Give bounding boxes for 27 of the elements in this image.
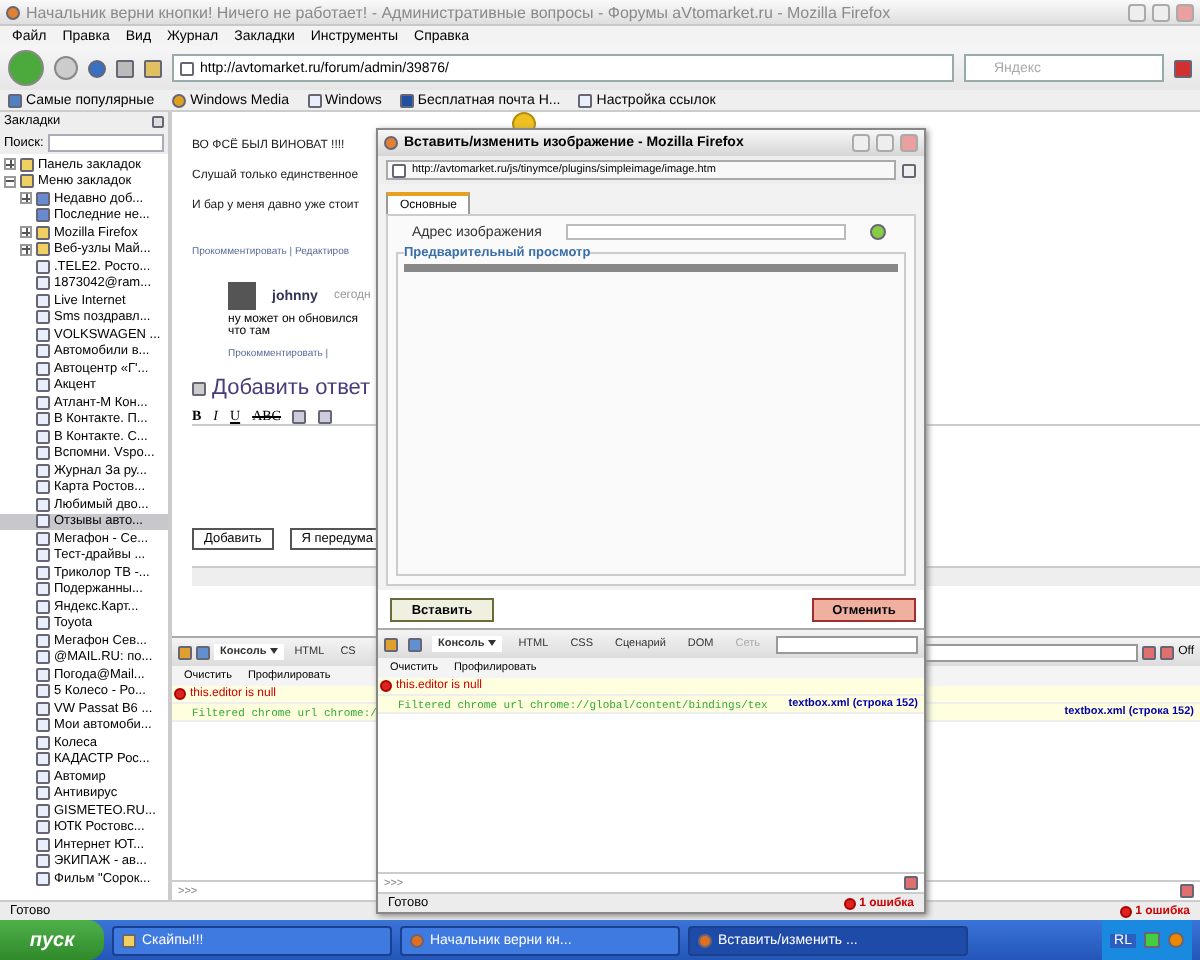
close-button[interactable] xyxy=(900,134,918,152)
back-button[interactable] xyxy=(8,50,44,86)
error-icon xyxy=(380,680,392,692)
error-icon xyxy=(1119,905,1132,917)
close-button[interactable] xyxy=(1176,3,1194,21)
error-icon xyxy=(843,897,856,909)
maximize-button[interactable] xyxy=(876,134,894,152)
caret-icon xyxy=(270,648,279,655)
expand-icon[interactable] xyxy=(20,243,32,256)
page-icon xyxy=(392,163,406,177)
window-title: Начальник верни кнопки! Ничего не работает! - Административные вопросы - Форумы aVtomarket.ru - Mozilla Firefox xyxy=(26,3,893,21)
minimize-button[interactable] xyxy=(1128,3,1146,21)
search-field[interactable] xyxy=(776,635,918,653)
maximize-button[interactable] xyxy=(1152,3,1170,21)
expand-icon[interactable] xyxy=(20,226,32,239)
reply-title: Добавить ответ xyxy=(212,376,371,400)
folder-icon xyxy=(122,933,136,947)
error-icon xyxy=(174,688,186,700)
collapse-icon[interactable] xyxy=(4,175,16,188)
image-url-field[interactable] xyxy=(565,224,846,240)
expand-icon[interactable] xyxy=(4,158,16,171)
minimize-button[interactable] xyxy=(852,134,870,152)
avatar xyxy=(228,282,256,310)
search-field[interactable] xyxy=(47,133,164,151)
caret-icon xyxy=(488,640,497,647)
forward-button[interactable] xyxy=(54,56,78,80)
expand-icon[interactable] xyxy=(20,192,32,205)
